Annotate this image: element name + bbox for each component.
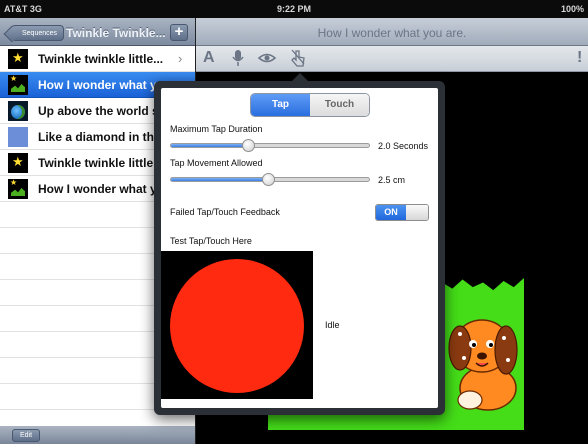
tap-touch-segmented-control: Tap Touch [250, 93, 370, 117]
editing-toolbar: A ! [196, 46, 588, 72]
popover-content: Tap Touch Maximum Tap Duration 2.0 Secon… [161, 88, 438, 408]
chevron-right-icon: › [178, 51, 183, 66]
star-thumbnail-icon [8, 49, 28, 69]
toggle-on-label: ON [376, 205, 406, 220]
test-area-label: Test Tap/Touch Here [170, 236, 252, 246]
eye-icon[interactable] [257, 49, 277, 72]
max-tap-duration-slider[interactable] [170, 139, 370, 152]
slider-knob[interactable] [262, 173, 275, 186]
star-thumbnail-icon [8, 153, 28, 173]
clock-label: 9:22 PM [276, 4, 311, 14]
feedback-label: Failed Tap/Touch Feedback [170, 207, 280, 217]
max-tap-duration-value: 2.0 Seconds [378, 141, 429, 151]
feedback-toggle[interactable]: ON [375, 204, 429, 221]
list-item-label: Twinkle twinkle little... [38, 52, 164, 66]
status-bar: AT&T 3G 9:22 PM 100% [0, 0, 588, 18]
dog-illustration [448, 319, 518, 411]
slider-fill [171, 178, 269, 181]
globe-thumbnail-icon [8, 101, 28, 121]
alert-icon[interactable]: ! [577, 49, 582, 67]
touch-settings-popover: Tap Touch Maximum Tap Duration 2.0 Secon… [154, 73, 445, 415]
grass-thumbnail-icon [8, 74, 28, 95]
back-button-label: Sequences [22, 30, 58, 37]
add-button[interactable]: + [170, 24, 188, 41]
diamond-thumbnail-icon [8, 127, 28, 147]
grass-thumbnail-icon [8, 178, 28, 199]
touch-icon[interactable] [290, 49, 306, 72]
back-button[interactable]: Sequences [11, 25, 65, 41]
left-toolbar: Edit [0, 426, 195, 444]
battery-label: 100% [560, 4, 584, 14]
tap-movement-label: Tap Movement Allowed [170, 158, 263, 168]
edit-button[interactable]: Edit [12, 429, 40, 442]
tap-target-circle[interactable] [170, 259, 304, 393]
sequence-title: Twinkle Twinkle... [66, 26, 166, 40]
page-title: How I wonder what you are. [317, 26, 467, 40]
left-nav-bar: Sequences Twinkle Twinkle... + [0, 18, 195, 46]
slider-fill [171, 144, 249, 147]
test-status-label: Idle [325, 320, 340, 330]
text-icon[interactable]: A [203, 49, 215, 67]
slider-knob[interactable] [242, 139, 255, 152]
tab-touch[interactable]: Touch [310, 94, 369, 116]
max-tap-duration-label: Maximum Tap Duration [170, 124, 263, 134]
microphone-icon[interactable] [232, 49, 244, 72]
list-item[interactable]: Twinkle twinkle little... › [0, 46, 195, 72]
tab-tap[interactable]: Tap [251, 94, 310, 116]
toggle-knob [406, 205, 428, 220]
tap-movement-value: 2.5 cm [378, 175, 406, 185]
right-nav-bar: How I wonder what you are. [196, 18, 588, 46]
tap-test-area[interactable] [161, 251, 313, 399]
tap-movement-slider[interactable] [170, 173, 370, 186]
